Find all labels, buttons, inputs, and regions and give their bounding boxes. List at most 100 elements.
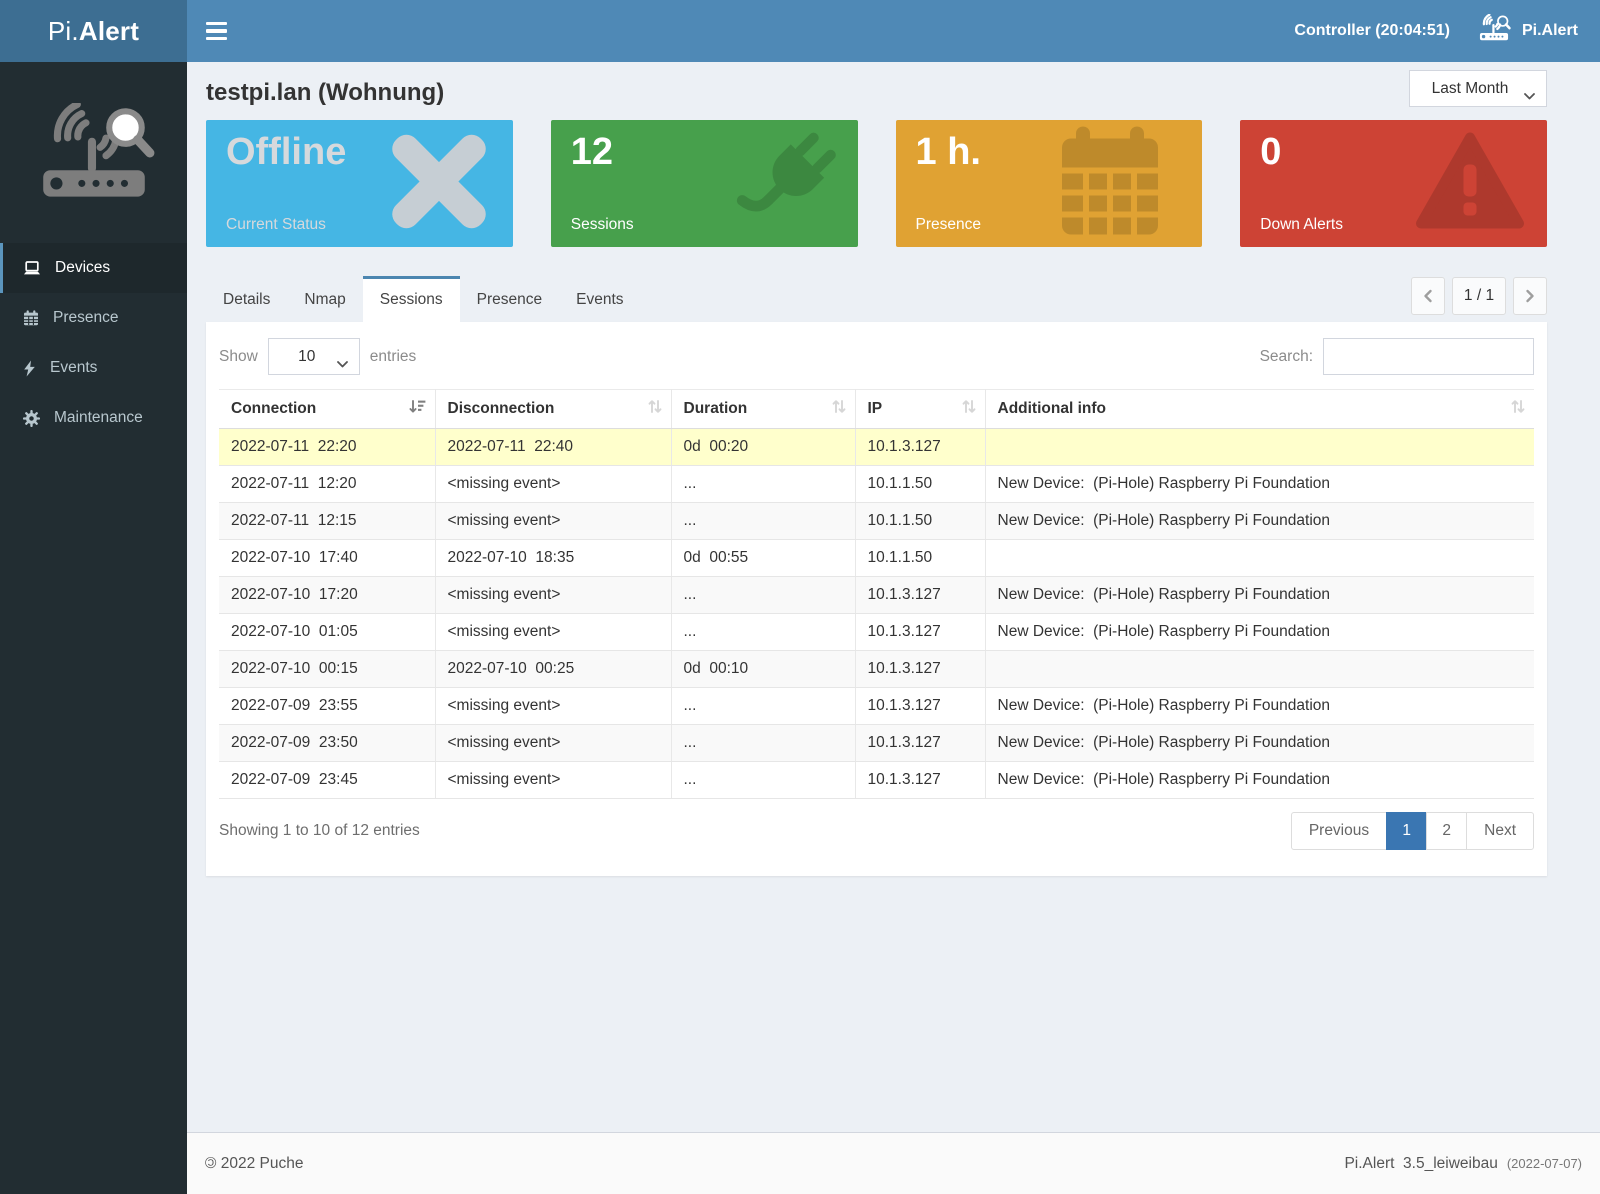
router-scan-icon — [1476, 14, 1512, 49]
cell-disconnection: <missing event> — [435, 762, 671, 799]
chevron-right-icon — [1525, 289, 1535, 303]
sidebar: Devices Presence — [0, 62, 187, 1194]
sidebar-item-maintenance[interactable]: Maintenance — [0, 393, 187, 443]
cell-connection: 2022-07-10 01:05 — [219, 614, 435, 651]
search-label: Search: — [1260, 348, 1313, 366]
version-text: Pi.Alert 3.5_leiweibau — [1344, 1155, 1497, 1173]
page-content: testpi.lan (Wohnung) Last Month Offline … — [187, 62, 1600, 1132]
navbar-right: Controller (20:04:51) — [1294, 14, 1600, 49]
tab-nmap[interactable]: Nmap — [287, 276, 362, 322]
cell-connection: 2022-07-09 23:45 — [219, 762, 435, 799]
entries-label: entries — [370, 348, 417, 366]
sidebar-item-events[interactable]: Events — [0, 343, 187, 393]
table-row: 2022-07-09 23:50<missing event>...10.1.3… — [219, 725, 1534, 762]
sidebar-item-devices[interactable]: Devices — [0, 243, 187, 293]
navbar: Controller (20:04:51) — [187, 0, 1600, 62]
cell-connection: 2022-07-11 22:20 — [219, 429, 435, 466]
table-row: 2022-07-10 00:152022-07-10 00:250d 00:10… — [219, 651, 1534, 688]
table-pagination: Previous 1 2 Next — [1291, 812, 1534, 850]
cell-ip: 10.1.3.127 — [855, 725, 985, 762]
page-length-select[interactable]: 10 — [268, 338, 360, 375]
card-current-status[interactable]: Offline Current Status — [206, 120, 513, 247]
pager-prev-button[interactable] — [1411, 277, 1445, 315]
sidebar-item-presence[interactable]: Presence — [0, 293, 187, 343]
column-header-disconnection[interactable]: Disconnection — [435, 390, 671, 429]
device-label: Pi.Alert — [1522, 22, 1578, 40]
cell-ip: 10.1.3.127 — [855, 577, 985, 614]
sort-icon — [648, 399, 662, 419]
column-header-duration[interactable]: Duration — [671, 390, 855, 429]
column-header-ip[interactable]: IP — [855, 390, 985, 429]
tab-details[interactable]: Details — [206, 276, 287, 322]
tab-events[interactable]: Events — [559, 276, 640, 322]
card-sessions[interactable]: 12 Sessions — [551, 120, 858, 247]
next-page-button[interactable]: Next — [1466, 812, 1534, 850]
brand-logo[interactable]: Pi.Alert — [0, 0, 187, 62]
table-row: 2022-07-10 17:402022-07-10 18:350d 00:55… — [219, 540, 1534, 577]
cell-ip: 10.1.1.50 — [855, 503, 985, 540]
cell-info — [985, 429, 1534, 466]
calendar-icon — [23, 310, 39, 326]
sessions-table-body: 2022-07-11 22:202022-07-11 22:400d 00:20… — [219, 429, 1534, 799]
pager-next-button[interactable] — [1513, 277, 1547, 315]
card-label: Presence — [916, 216, 981, 234]
table-row: 2022-07-10 17:20<missing event>...10.1.3… — [219, 577, 1534, 614]
column-header-connection[interactable]: Connection — [219, 390, 435, 429]
cell-duration: ... — [671, 577, 855, 614]
cell-connection: 2022-07-10 17:20 — [219, 577, 435, 614]
cell-duration: ... — [671, 466, 855, 503]
brand-bold: Alert — [79, 16, 139, 47]
gear-icon — [23, 410, 40, 427]
chevron-down-icon — [1524, 87, 1535, 105]
card-down-alerts[interactable]: 0 Down Alerts — [1240, 120, 1547, 247]
card-presence[interactable]: 1 h. Presence — [896, 120, 1203, 247]
chevron-left-icon — [1423, 289, 1433, 303]
page-2-button[interactable]: 2 — [1426, 812, 1467, 850]
chevron-down-icon — [337, 355, 348, 373]
warning-icon — [1415, 131, 1525, 236]
sidebar-item-label: Devices — [55, 259, 110, 277]
cell-disconnection: <missing event> — [435, 577, 671, 614]
cell-info: New Device: (Pi-Hole) Raspberry Pi Found… — [985, 466, 1534, 503]
column-header-additional-info[interactable]: Additional info — [985, 390, 1534, 429]
cell-connection: 2022-07-09 23:50 — [219, 725, 435, 762]
cell-disconnection: <missing event> — [435, 688, 671, 725]
cell-ip: 10.1.1.50 — [855, 466, 985, 503]
table-row: 2022-07-11 22:202022-07-11 22:400d 00:20… — [219, 429, 1534, 466]
cell-ip: 10.1.3.127 — [855, 614, 985, 651]
hamburger-icon[interactable] — [206, 0, 246, 62]
cell-duration: ... — [671, 614, 855, 651]
card-label: Sessions — [571, 216, 634, 234]
app-logo — [0, 62, 187, 243]
tab-presence[interactable]: Presence — [460, 276, 559, 322]
previous-page-button[interactable]: Previous — [1291, 812, 1387, 850]
pager-position: 1 / 1 — [1452, 277, 1506, 315]
table-row: 2022-07-11 12:20<missing event>...10.1.1… — [219, 466, 1534, 503]
cell-info: New Device: (Pi-Hole) Raspberry Pi Found… — [985, 688, 1534, 725]
cell-ip: 10.1.3.127 — [855, 651, 985, 688]
sessions-table: Connection Disconnecti — [219, 389, 1534, 799]
cell-duration: ... — [671, 503, 855, 540]
brand-prefix: Pi. — [48, 16, 79, 47]
cell-disconnection: 2022-07-10 00:25 — [435, 651, 671, 688]
table-row: 2022-07-09 23:45<missing event>...10.1.3… — [219, 762, 1534, 799]
tab-sessions[interactable]: Sessions — [363, 276, 460, 322]
cell-disconnection: 2022-07-10 18:35 — [435, 540, 671, 577]
period-select[interactable]: Last Month — [1409, 70, 1547, 107]
card-label: Down Alerts — [1260, 216, 1343, 234]
cell-disconnection: <missing event> — [435, 725, 671, 762]
cell-info — [985, 651, 1534, 688]
device-pager: 1 / 1 — [1411, 277, 1547, 315]
table-row: 2022-07-10 01:05<missing event>...10.1.3… — [219, 614, 1534, 651]
controller-link[interactable]: Controller (20:04:51) — [1294, 22, 1450, 40]
search-input[interactable] — [1323, 338, 1534, 375]
cell-ip: 10.1.1.50 — [855, 540, 985, 577]
cell-connection: 2022-07-10 00:15 — [219, 651, 435, 688]
cell-connection: 2022-07-11 12:15 — [219, 503, 435, 540]
page-1-button[interactable]: 1 — [1386, 812, 1427, 850]
router-scan-logo-icon — [29, 103, 159, 209]
x-icon — [387, 129, 491, 238]
sort-icon — [1511, 399, 1525, 419]
page-length-control: Show 10 entries — [219, 338, 416, 375]
sidebar-item-label: Events — [50, 359, 97, 377]
